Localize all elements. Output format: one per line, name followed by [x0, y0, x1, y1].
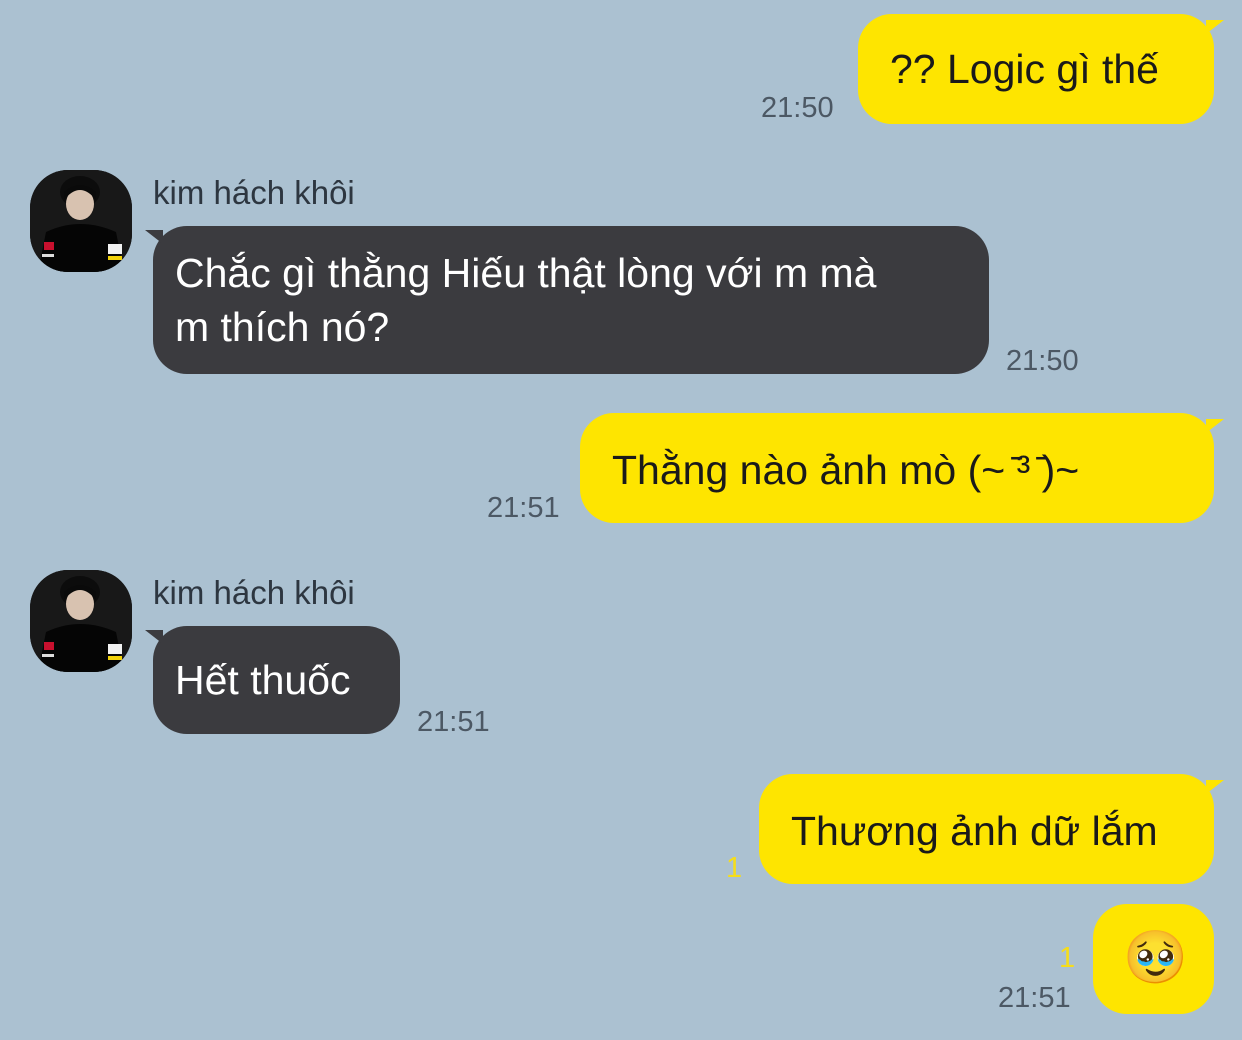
bubble-tail [1206, 419, 1224, 433]
message-text: ?? Logic gì thế [890, 46, 1159, 92]
user-photo-avatar [30, 570, 132, 672]
user-photo-avatar [30, 170, 132, 272]
bubble-tail [1206, 20, 1224, 34]
face-holding-back-tears-icon: 🥹 [1123, 928, 1188, 988]
contact-avatar[interactable] [30, 170, 132, 272]
message-time: 21:50 [761, 92, 834, 124]
bubble-tail [1206, 780, 1224, 794]
message-bubble-incoming[interactable]: Hết thuốc [153, 626, 400, 734]
message-bubble-incoming[interactable]: Chắc gì thằng Hiếu thật lòng với m mà m … [153, 226, 989, 374]
unread-count: 1 [1059, 942, 1076, 974]
message-text-line: m thích nó? [175, 304, 390, 350]
message-text: Thằng nào ảnh mò (~ ̄³ ̄)~ [612, 447, 1080, 493]
bubble-tail [145, 230, 163, 244]
contact-avatar[interactable] [30, 570, 132, 672]
message-time: 21:51 [417, 706, 490, 738]
message-text: Hết thuốc [175, 657, 351, 703]
message-text-line: Chắc gì thằng Hiếu thật lòng với m mà [175, 250, 877, 296]
message-time: 21:51 [487, 492, 560, 524]
message-bubble-outgoing[interactable]: Thương ảnh dữ lắm [759, 774, 1214, 884]
message-bubble-outgoing[interactable]: ?? Logic gì thế [858, 14, 1214, 124]
message-time: 21:50 [1006, 345, 1079, 377]
message-text: Thương ảnh dữ lắm [791, 808, 1158, 854]
sender-name: kim hách khôi [153, 574, 355, 611]
message-time: 21:51 [998, 982, 1071, 1014]
message-bubble-outgoing[interactable]: Thằng nào ảnh mò (~ ̄³ ̄)~ [580, 413, 1214, 523]
sender-name: kim hách khôi [153, 174, 355, 211]
message-bubble-outgoing[interactable]: 🥹 [1093, 904, 1214, 1014]
unread-count: 1 [726, 852, 743, 884]
bubble-tail [145, 630, 163, 644]
